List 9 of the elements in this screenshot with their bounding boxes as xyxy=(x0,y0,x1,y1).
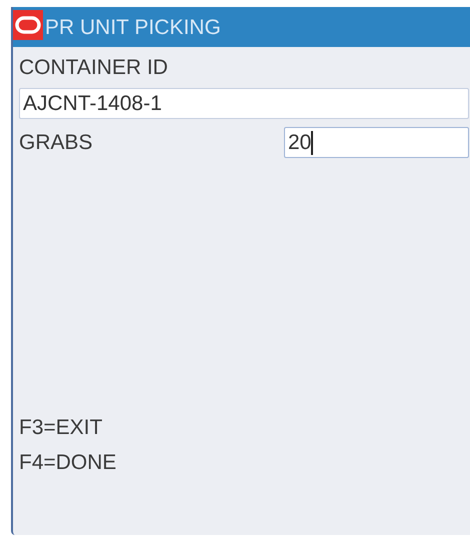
logo-icon xyxy=(13,10,43,40)
field-label: CONTAINER ID xyxy=(19,57,169,78)
function-key-hint: F4=DONE xyxy=(19,452,118,473)
window-title: PR UNIT PICKING xyxy=(45,16,221,38)
field-label: GRABS xyxy=(19,132,93,153)
text-cursor xyxy=(311,130,314,154)
input-field[interactable]: AJCNT-1408-1 xyxy=(19,88,469,119)
input-field[interactable]: 20 xyxy=(284,127,469,158)
function-key-hint: F3=EXIT xyxy=(19,417,104,438)
